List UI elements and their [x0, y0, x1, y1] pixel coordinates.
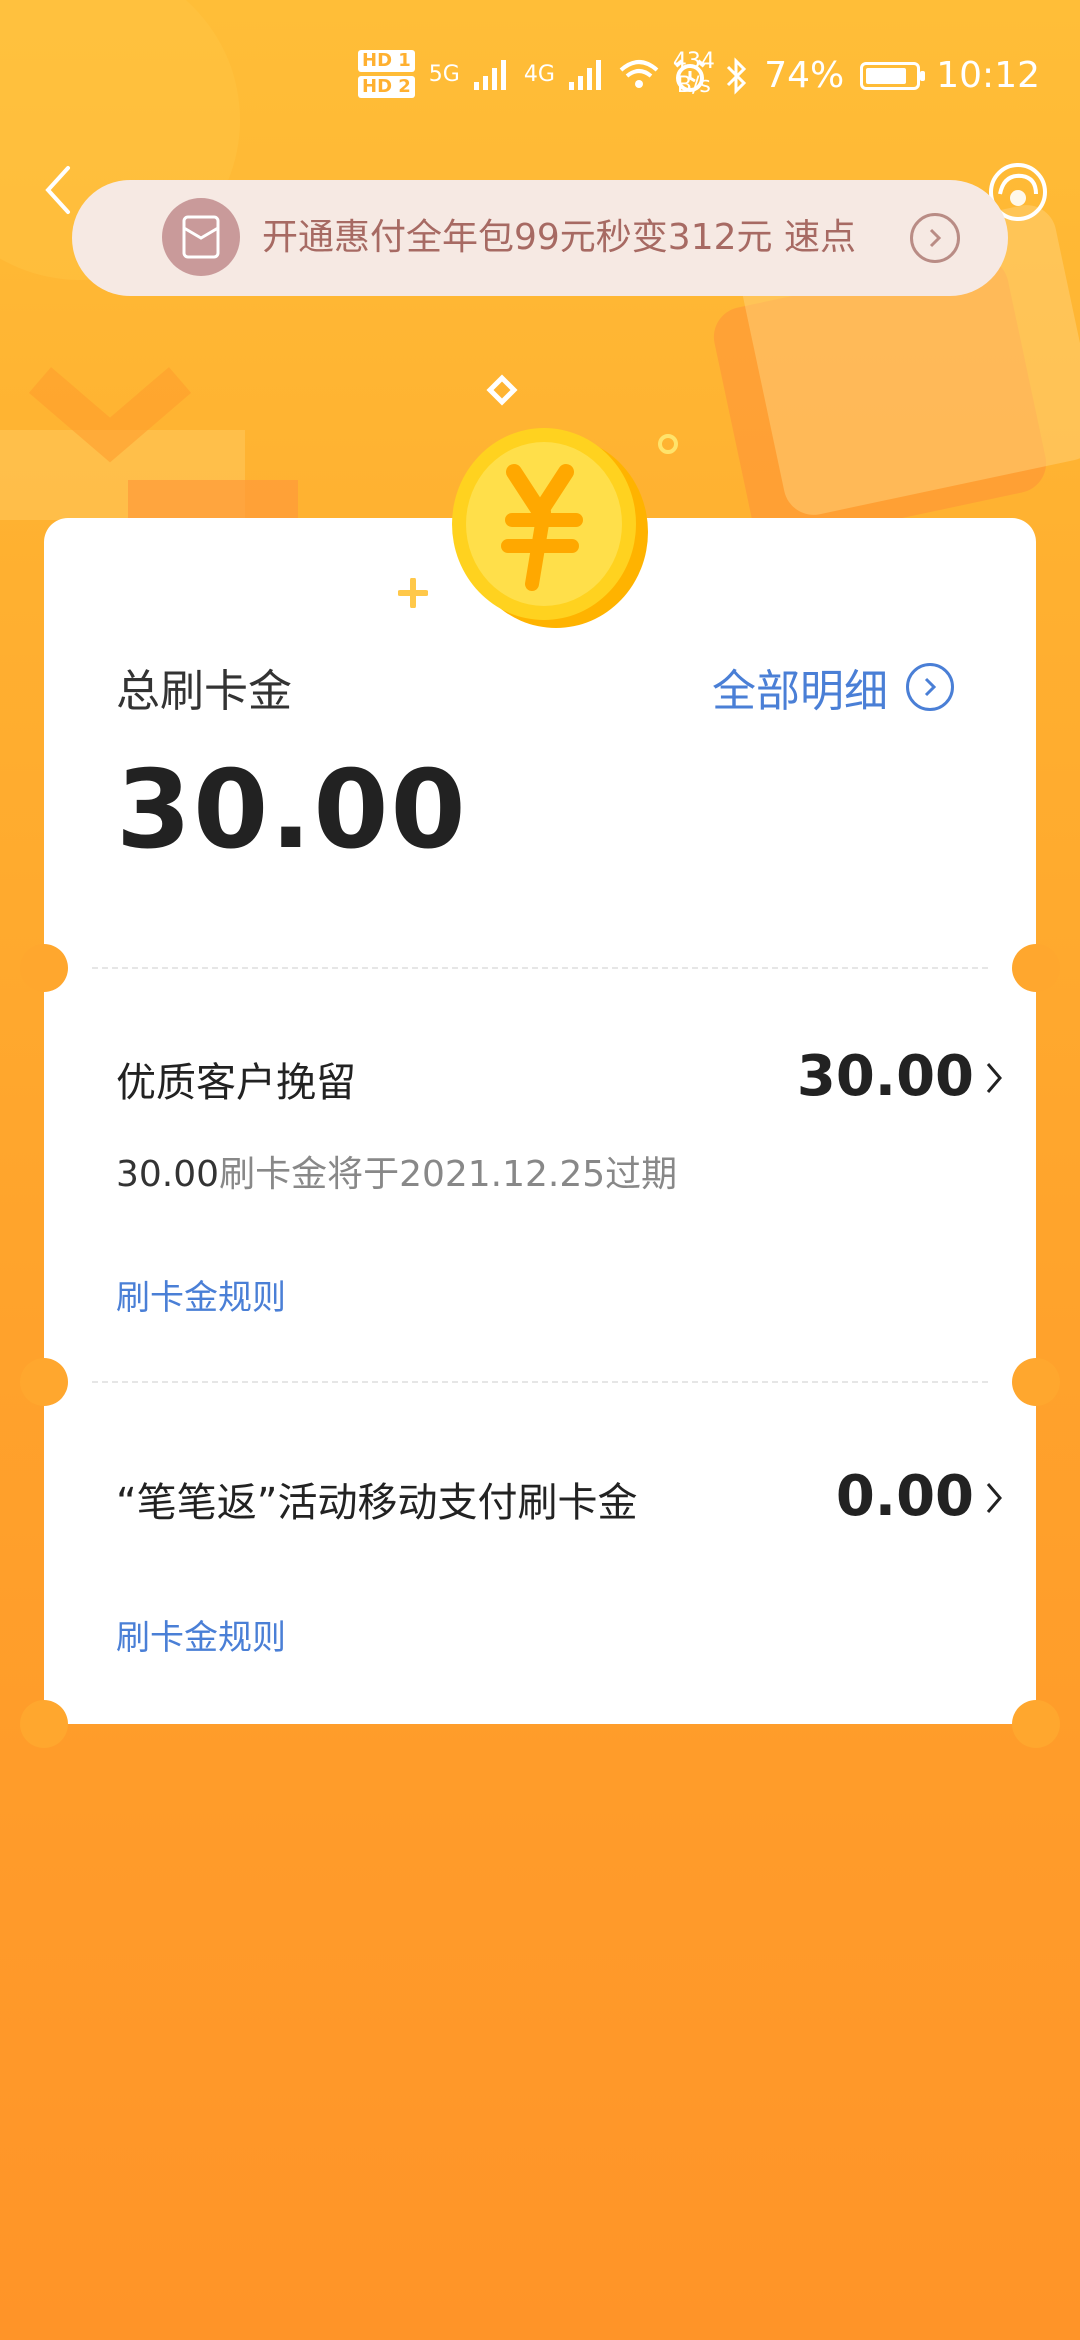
status-bar: HD 1 HD 2 5G 4G 434 B/s 74% 10:12: [0, 0, 1080, 150]
card-notch: [20, 1358, 68, 1406]
network-5g-label: 5G: [428, 61, 460, 87]
alarm-icon: [674, 58, 706, 92]
promo-text: 开通惠付全年包99元秒变312元 速点: [262, 217, 856, 258]
expire-text: 刷卡金将于2021.12.25过期: [219, 1154, 678, 1195]
chevron-right-icon: [910, 213, 960, 263]
status-right: 74% 10:12: [672, 55, 1040, 96]
red-packet-icon: [162, 198, 240, 276]
battery-percent: 74%: [764, 55, 845, 96]
signal-icon: [473, 60, 506, 90]
expire-amount: 30.00: [116, 1154, 220, 1195]
card-notch: [1012, 944, 1060, 992]
card-notch: [20, 1700, 68, 1748]
coin-icon: [440, 420, 660, 640]
chevron-right-icon: [906, 663, 954, 711]
sim2-label: HD 2: [358, 76, 415, 98]
chevron-right-icon: [986, 1063, 1002, 1093]
chevron-right-icon: [986, 1483, 1002, 1513]
sim-indicator: HD 1 HD 2: [358, 50, 415, 98]
signal-icon-2: [568, 60, 601, 90]
wifi-icon: [619, 60, 659, 88]
item-value: 0.00: [835, 1464, 974, 1529]
network-4g-label: 4G: [523, 61, 555, 87]
sim1-label: HD 1: [358, 50, 415, 72]
rule-link[interactable]: 刷卡金规则: [116, 1610, 286, 1659]
expire-notice: 30.00刷卡金将于2021.12.25过期: [116, 1145, 677, 1197]
item-value: 30.00: [796, 1044, 974, 1109]
total-label: 总刷卡金: [116, 666, 292, 717]
promo-banner[interactable]: 开通惠付全年包99元秒变312元 速点: [72, 180, 1008, 296]
card-notch: [1012, 1358, 1060, 1406]
battery-icon: [860, 61, 926, 90]
card-notch: [1012, 1700, 1060, 1748]
all-details-label: 全部明细: [712, 666, 888, 717]
card-notch: [20, 944, 68, 992]
bluetooth-icon: [727, 56, 747, 95]
item-title: 优质客户挽留: [116, 1060, 356, 1106]
status-left: HD 1 HD 2 5G 4G 434 B/s: [358, 50, 715, 98]
total-value: 30.00: [116, 748, 468, 873]
rule-link[interactable]: 刷卡金规则: [116, 1270, 286, 1319]
item-title: “笔笔返”活动移动支付刷卡金: [116, 1480, 638, 1526]
clock: 10:12: [936, 55, 1040, 96]
all-details-link[interactable]: 全部明细: [712, 655, 954, 719]
divider: [92, 1381, 988, 1383]
divider: [92, 967, 988, 969]
sparkle-icon: [398, 578, 428, 608]
battery-fill: [866, 67, 907, 84]
